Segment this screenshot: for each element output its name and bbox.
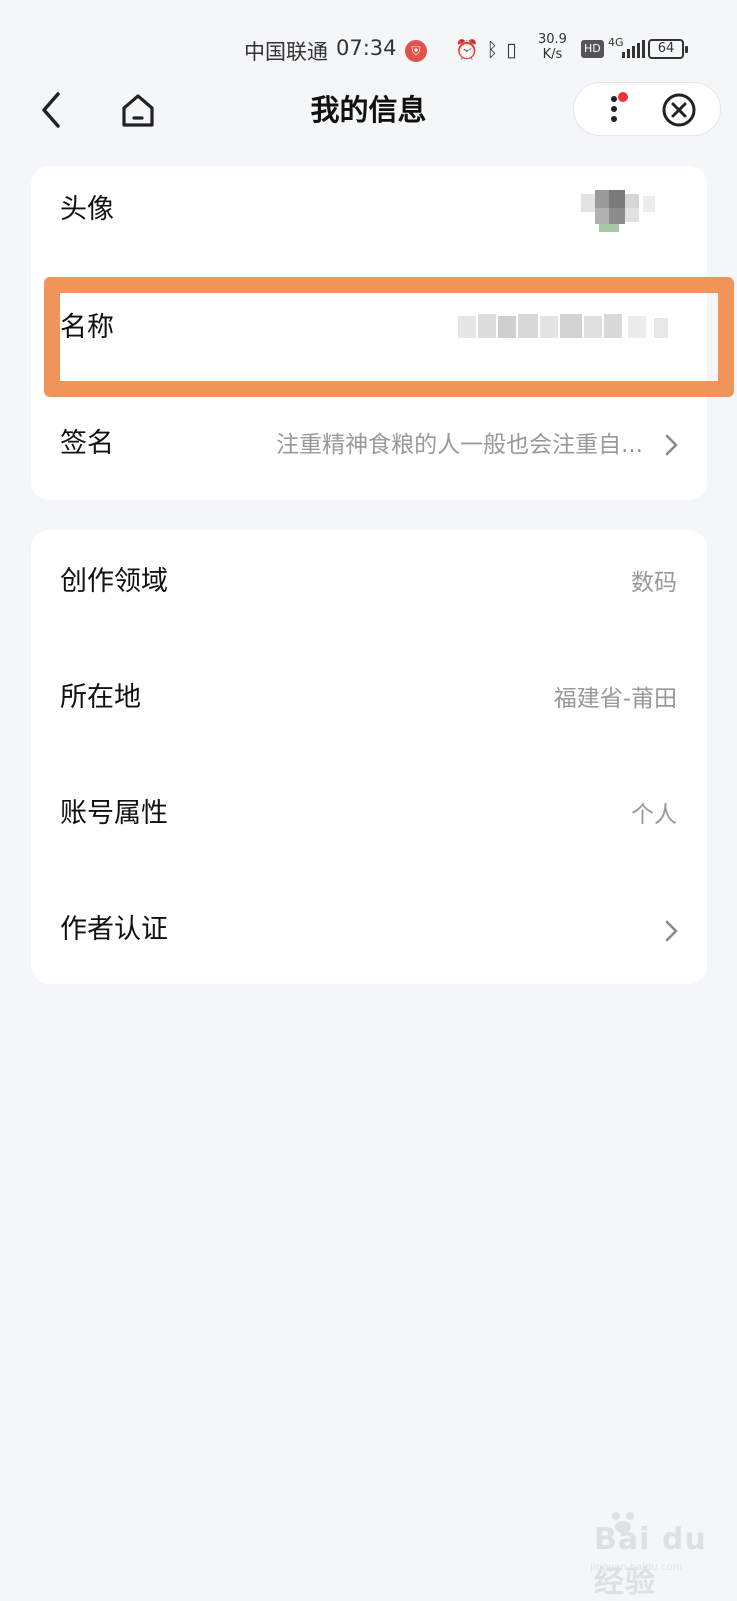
mini-program-capsule: [573, 82, 721, 136]
network-speed-value: 30.9: [538, 32, 567, 47]
baidu-watermark: Bai du 经验 jingyan.baidu.com: [560, 1510, 710, 1600]
location-label: 所在地: [60, 682, 141, 713]
name-label: 名称: [60, 312, 114, 343]
author-verification-label: 作者认证: [60, 914, 168, 945]
close-circle-icon[interactable]: [660, 91, 698, 129]
location-row[interactable]: 所在地 福建省-莆田: [31, 666, 707, 730]
hd-badge: HD: [581, 40, 604, 58]
network-speed-unit: K/s: [542, 47, 563, 62]
avatar[interactable]: [581, 190, 671, 236]
avatar-label: 头像: [60, 194, 114, 225]
creation-field-value: 数码: [631, 570, 677, 596]
signature-value: 注重精神食粮的人一般也会注重自...: [276, 432, 643, 458]
creation-field-row[interactable]: 创作领域 数码: [31, 550, 707, 614]
battery-level: 64: [657, 41, 675, 56]
nav-bar: 我的信息: [0, 80, 737, 140]
bluetooth-icon: ᛒ: [486, 39, 499, 61]
clock: 07:34: [336, 36, 397, 60]
chevron-right-icon: [665, 920, 678, 942]
vibrate-icon: ▯: [506, 39, 517, 61]
author-verification-row[interactable]: 作者认证: [31, 898, 707, 962]
signal-icon: [622, 40, 645, 58]
watermark-url: jingyan.baidu.com: [590, 1562, 683, 1573]
status-bar: 中国联通 07:34 ⛨ ⏰ ᛒ ▯ 30.9 K/s HD 4G 64: [0, 30, 737, 70]
name-value-blurred: [458, 314, 668, 338]
location-value: 福建省-莆田: [553, 686, 677, 712]
status-icons: ⏰ ᛒ ▯: [455, 38, 517, 62]
chevron-right-icon: [665, 434, 678, 456]
account-type-value: 个人: [631, 802, 677, 828]
shield-icon: ⛨: [405, 40, 427, 62]
avatar-row[interactable]: 头像: [31, 166, 707, 266]
battery-icon: 64: [648, 39, 688, 59]
account-type-label: 账号属性: [60, 798, 168, 829]
alarm-icon: ⏰: [455, 39, 479, 61]
profile-detail-card: 创作领域 数码 所在地 福建省-莆田 账号属性 个人 作者认证: [31, 530, 707, 984]
network-speed: 30.9 K/s: [538, 32, 567, 62]
signature-row[interactable]: 签名 注重精神食粮的人一般也会注重自...: [31, 412, 707, 476]
creation-field-label: 创作领域: [60, 566, 168, 597]
account-type-row[interactable]: 账号属性 个人: [31, 782, 707, 846]
carrier-name: 中国联通: [244, 40, 328, 64]
notification-dot: [618, 92, 628, 102]
signature-label: 签名: [60, 428, 114, 459]
